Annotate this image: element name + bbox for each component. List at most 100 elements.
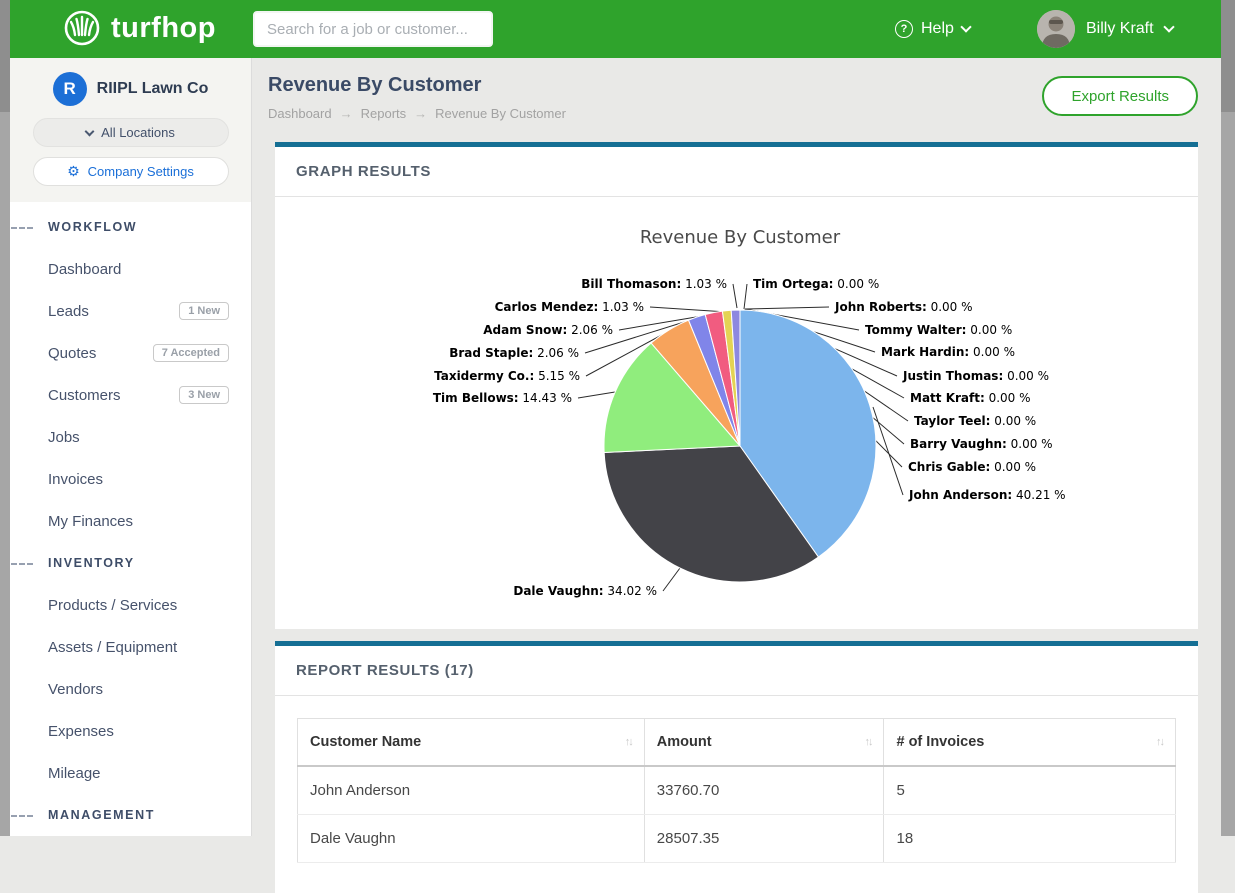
sidebar-item-label: Dashboard (48, 261, 121, 278)
sidebar-item-jobs[interactable]: Jobs (10, 416, 251, 458)
sidebar-section-workflow: WORKFLOW (10, 206, 251, 248)
sidebar-item-label: Jobs (48, 429, 80, 446)
user-menu[interactable]: Billy Kraft (1037, 0, 1173, 58)
sort-icon[interactable]: ↑↓ (1156, 736, 1163, 748)
sort-icon[interactable]: ↑↓ (864, 736, 871, 748)
breadcrumb-item-dashboard[interactable]: Dashboard (268, 106, 332, 121)
sidebar-section-management: MANAGEMENT (10, 794, 251, 836)
pie-label-adam-snow: Adam Snow: 2.06 % (483, 323, 613, 337)
sidebar-item-label: Products / Services (48, 597, 177, 614)
status-badge: 1 New (179, 302, 229, 320)
company-settings-button[interactable]: ⚙ Company Settings (33, 157, 229, 186)
sidebar-item-label: My Finances (48, 513, 133, 530)
sidebar-item-expenses[interactable]: Expenses (10, 710, 251, 752)
graph-results-panel: GRAPH RESULTS Revenue By Customer John An… (275, 142, 1198, 629)
left-scrollbar-thumb[interactable] (0, 0, 10, 112)
gear-icon: ⚙ (67, 164, 80, 180)
breadcrumb-separator: → (340, 106, 353, 121)
sidebar-item-quotes[interactable]: Quotes 7 Accepted (10, 332, 251, 374)
search-input[interactable] (253, 11, 493, 47)
pie-label-mark-hardin: Mark Hardin: 0.00 % (881, 345, 1015, 359)
pie-label-chris-gable: Chris Gable: 0.00 % (908, 460, 1036, 474)
section-label: MANAGEMENT (48, 808, 155, 822)
sidebar-item-label: Invoices (48, 471, 103, 488)
report-table: Customer Name ↑↓ Amount ↑↓ # of Invoices ↑↓ J… (297, 718, 1176, 863)
app-logo[interactable]: turfhop (62, 8, 216, 48)
pie-label-bill-thomason: Bill Thomason: 1.03 % (581, 277, 727, 291)
pie-label-carlos-mendez: Carlos Mendez: 1.03 % (495, 300, 644, 314)
column-header-label: Amount (657, 734, 712, 750)
sidebar-item-leads[interactable]: Leads1 New (10, 290, 251, 332)
help-label: Help (921, 20, 954, 38)
turfhop-grass-icon (62, 8, 102, 48)
sidebar-item-label: Vendors (48, 681, 103, 698)
help-menu[interactable]: ? Help (895, 0, 970, 58)
column-header-amount[interactable]: Amount ↑↓ (644, 719, 884, 767)
sidebar-item-mileage[interactable]: Mileage (10, 752, 251, 794)
pie-label-john-roberts: John Roberts: 0.00 % (834, 300, 973, 314)
avatar (1037, 10, 1075, 48)
column-header-of-invoices[interactable]: # of Invoices ↑↓ (884, 719, 1176, 767)
sidebar-item-invoices[interactable]: Invoices (10, 458, 251, 500)
label-connector-line (663, 568, 680, 591)
right-scrollbar-thumb[interactable] (1221, 0, 1235, 112)
pie-label-john-anderson: John Anderson: 40.21 % (908, 488, 1066, 502)
company-settings-label: Company Settings (88, 164, 194, 179)
label-connector-line (650, 307, 727, 312)
chart-title: Revenue By Customer (640, 227, 841, 248)
export-results-button[interactable]: Export Results (1042, 76, 1198, 116)
breadcrumb-separator: → (414, 106, 427, 121)
company-name: RIIPL Lawn Co (97, 80, 209, 98)
section-label: INVENTORY (48, 556, 135, 570)
sidebar-item-label: Assets / Equipment (48, 639, 177, 656)
company-logo: R (53, 72, 87, 106)
report-table-container: Customer Name ↑↓ Amount ↑↓ # of Invoices ↑↓ J… (275, 696, 1198, 893)
sidebar-item-my-finances[interactable]: My Finances (10, 500, 251, 542)
pie-label-tommy-walter: Tommy Walter: 0.00 % (865, 323, 1012, 337)
page-header: Revenue By Customer Dashboard→Reports→Re… (252, 58, 1221, 142)
sidebar: R RIIPL Lawn Co All Locations ⚙ Company … (10, 58, 252, 836)
location-selector[interactable]: All Locations (33, 118, 229, 147)
sidebar-item-assets-equipment[interactable]: Assets / Equipment (10, 626, 251, 668)
main-content: Revenue By Customer Dashboard→Reports→Re… (252, 58, 1221, 836)
sidebar-item-vendors[interactable]: Vendors (10, 668, 251, 710)
report-panel-title: REPORT RESULTS (17) (296, 662, 474, 679)
table-body: John Anderson33760.705Dale Vaughn28507.3… (298, 766, 1176, 863)
right-scrollbar[interactable] (1221, 0, 1235, 836)
sidebar-item-dashboard[interactable]: Dashboard (10, 248, 251, 290)
label-connector-line (873, 407, 903, 495)
pie-label-barry-vaughn: Barry Vaughn: 0.00 % (910, 437, 1053, 451)
table-cell: John Anderson (298, 766, 645, 815)
left-scrollbar[interactable] (0, 0, 10, 836)
column-header-label: Customer Name (310, 734, 421, 750)
help-icon: ? (895, 20, 913, 38)
pie-label-dale-vaughn: Dale Vaughn: 34.02 % (513, 584, 657, 598)
sidebar-item-label: Mileage (48, 765, 101, 782)
sidebar-nav: WORKFLOW Dashboard Leads1 New Quotes 7 Accep… (10, 202, 251, 836)
pie-label-brad-staple: Brad Staple: 2.06 % (449, 346, 579, 360)
sidebar-item-label: Quotes (48, 345, 96, 362)
chevron-down-icon (960, 21, 971, 32)
chevron-down-icon (1163, 21, 1174, 32)
graph-panel-header: GRAPH RESULTS (275, 147, 1198, 197)
table-header-row: Customer Name ↑↓ Amount ↑↓ # of Invoices ↑↓ (298, 719, 1176, 767)
pie-label-taxidermy-co: Taxidermy Co.: 5.15 % (434, 369, 580, 383)
graph-panel-title: GRAPH RESULTS (296, 163, 431, 180)
user-name: Billy Kraft (1086, 20, 1154, 38)
sidebar-item-customers[interactable]: Customers3 New (10, 374, 251, 416)
sidebar-item-products-services[interactable]: Products / Services (10, 584, 251, 626)
status-badge: 7 Accepted (153, 344, 229, 362)
section-dash-icon (11, 227, 33, 229)
table-row-john-anderson[interactable]: John Anderson33760.705 (298, 766, 1176, 815)
column-header-label: # of Invoices (896, 734, 984, 750)
sidebar-item-label: Customers (48, 387, 121, 404)
table-cell: 33760.70 (644, 766, 884, 815)
report-panel-header: REPORT RESULTS (17) (275, 646, 1198, 696)
table-row-dale-vaughn[interactable]: Dale Vaughn28507.3518 (298, 815, 1176, 863)
breadcrumb-item-reports[interactable]: Reports (361, 106, 407, 121)
section-label: WORKFLOW (48, 220, 137, 234)
column-header-customer-name[interactable]: Customer Name ↑↓ (298, 719, 645, 767)
table-cell: 5 (884, 766, 1176, 815)
pie-label-justin-thomas: Justin Thomas: 0.00 % (902, 369, 1049, 383)
sort-icon[interactable]: ↑↓ (625, 736, 632, 748)
